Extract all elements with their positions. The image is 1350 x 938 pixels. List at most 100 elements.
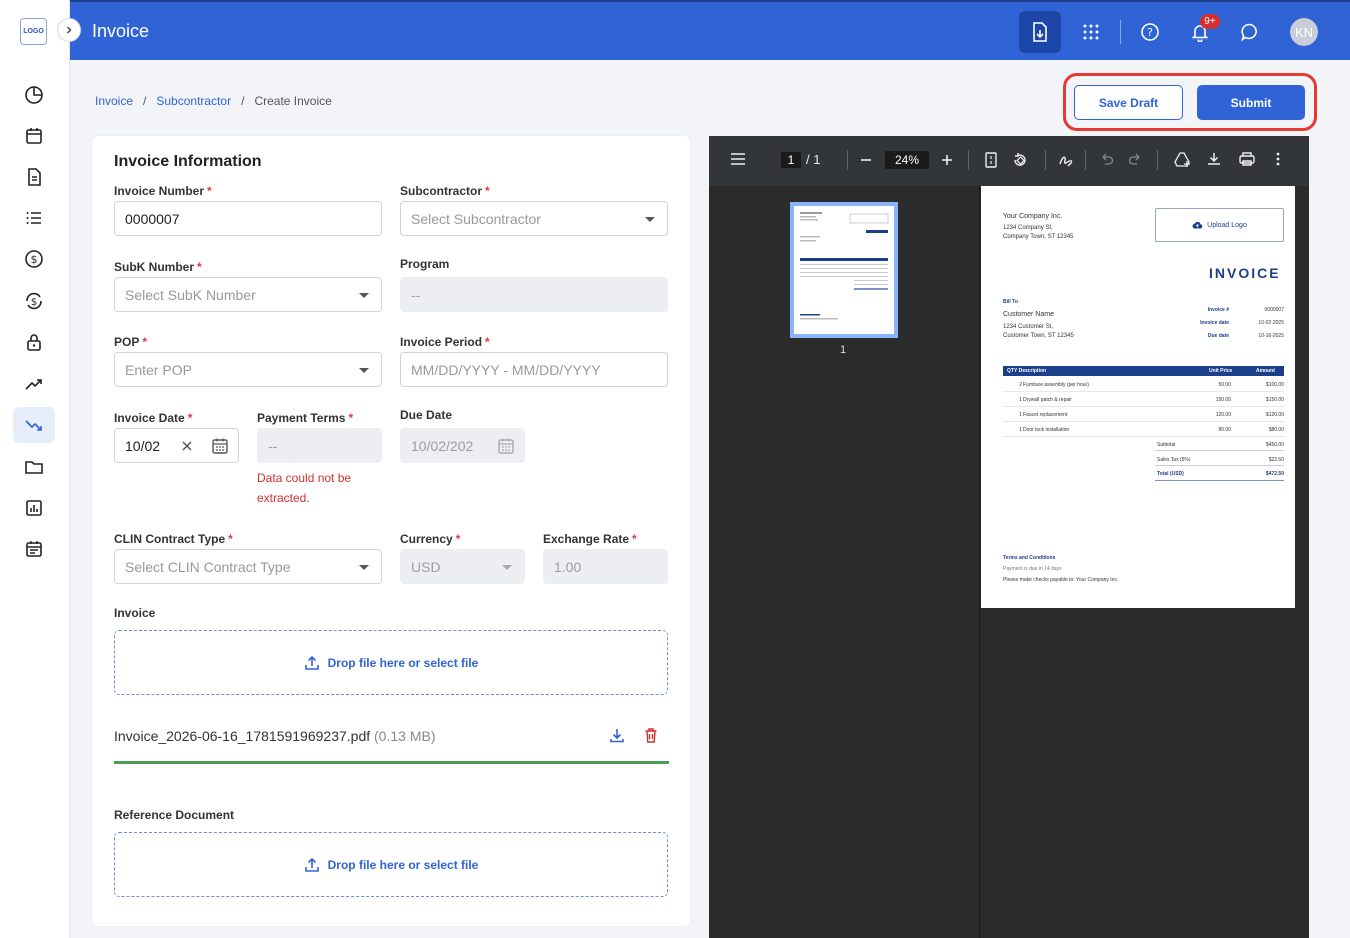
page-thumbnail[interactable]: [790, 202, 898, 338]
clin-contract-type-select[interactable]: Select CLIN Contract Type: [114, 549, 382, 584]
annotate-button[interactable]: [1058, 152, 1074, 168]
payment-terms-field: --: [257, 428, 382, 463]
sidebar-item-payments[interactable]: $: [13, 283, 55, 319]
pdf-zoom-input[interactable]: 24%: [885, 151, 929, 169]
more-options-button[interactable]: [1276, 152, 1280, 166]
doc-divider: [1155, 480, 1284, 481]
sidebar-item-calendar[interactable]: [13, 118, 55, 154]
download-icon[interactable]: [609, 727, 625, 743]
invoice-dropzone[interactable]: Drop file here or select file: [114, 630, 668, 695]
invoice-date-input[interactable]: 10/02: [114, 428, 239, 463]
sidebar-item-schedule[interactable]: [13, 531, 55, 567]
save-draft-button[interactable]: Save Draft: [1074, 85, 1183, 120]
doc-cell-desc: Faucet replacement: [1023, 412, 1068, 418]
trending-up-icon: [25, 379, 42, 390]
download-document-button[interactable]: [1019, 11, 1061, 53]
print-button[interactable]: [1239, 152, 1255, 166]
save-to-drive-button[interactable]: [1174, 152, 1192, 168]
calendar-icon[interactable]: [211, 437, 229, 455]
doc-subtotal: $450.00: [1265, 442, 1284, 448]
redo-button[interactable]: [1128, 152, 1142, 166]
subk-number-select[interactable]: Select SubK Number: [114, 277, 382, 312]
submit-button[interactable]: Submit: [1197, 85, 1305, 120]
download-icon: [1208, 153, 1220, 165]
pdf-download-button[interactable]: [1207, 152, 1221, 166]
sidebar-item-expenses[interactable]: [13, 407, 55, 443]
user-avatar[interactable]: KN: [1290, 18, 1318, 46]
list-icon: [26, 212, 41, 224]
sidebar-item-revenue[interactable]: [13, 366, 55, 402]
subcontractor-select[interactable]: Select Subcontractor: [400, 201, 668, 236]
doc-th-amount: Amount: [1256, 368, 1275, 374]
sidebar-item-dashboard[interactable]: [13, 77, 55, 113]
app-logo: LOGO: [20, 18, 47, 45]
doc-cell-unit: 120.00: [1215, 412, 1231, 418]
doc-row-divider: [1003, 406, 1284, 407]
doc-terms-title: Terms and Conditions: [1003, 555, 1056, 561]
doc-cell-desc: Drywall patch & repair: [1023, 397, 1072, 403]
more-vertical-icon: [1276, 152, 1280, 166]
rotate-icon: [1014, 153, 1026, 166]
sidebar-item-reports[interactable]: [13, 490, 55, 526]
zoom-out-button[interactable]: [860, 154, 872, 166]
sidebar-item-files[interactable]: [13, 449, 55, 485]
doc-tax: $22.50: [1268, 457, 1284, 463]
doc-bill-to-label: Bill To: [1003, 299, 1018, 305]
dollar-icon: $: [25, 250, 43, 268]
apps-button[interactable]: [1073, 14, 1109, 50]
sidebar-item-documents[interactable]: [13, 159, 55, 195]
pdf-page-input[interactable]: 1: [781, 152, 801, 168]
rotate-button[interactable]: [1012, 152, 1028, 168]
breadcrumb-subcontractor[interactable]: Subcontractor: [156, 94, 231, 108]
thumbnail-preview: [800, 212, 889, 320]
pie-chart-icon: [25, 86, 43, 104]
doc-meta-value: 10-16-2025: [1258, 333, 1284, 339]
file-size: (0.13 MB): [374, 728, 436, 744]
toolbar-separator: [968, 150, 969, 170]
sidebar-item-security[interactable]: [13, 324, 55, 360]
undo-button[interactable]: [1100, 152, 1114, 166]
clear-icon[interactable]: [181, 440, 193, 452]
reference-dropzone[interactable]: Drop file here or select file: [114, 832, 668, 897]
pdf-menu-button[interactable]: [731, 153, 745, 165]
notification-badge: 9+: [1200, 14, 1220, 29]
doc-total-label: Total (USD): [1157, 471, 1184, 477]
doc-cell-unit: 80.00: [1218, 427, 1231, 433]
clin-contract-type-label: CLIN Contract Type *: [114, 532, 233, 546]
invoice-number-input[interactable]: 0000007: [114, 201, 382, 236]
sidebar: LOGO $ $: [0, 0, 81, 938]
calendar-icon: [26, 128, 42, 144]
trash-icon[interactable]: [643, 727, 659, 743]
chat-button[interactable]: [1232, 14, 1268, 50]
file-name[interactable]: Invoice_2026-06-16_1781591969237.pdf: [114, 728, 370, 744]
chevron-down-icon: [359, 293, 369, 298]
sidebar-item-billing[interactable]: $: [13, 241, 55, 277]
minus-icon: [861, 159, 871, 161]
notifications-button[interactable]: 9+: [1182, 14, 1220, 50]
doc-row-divider: [1003, 391, 1284, 392]
sidebar-expand-button[interactable]: [57, 18, 81, 42]
due-date-field: 10/02/202: [400, 428, 525, 463]
fit-page-button[interactable]: [985, 152, 997, 168]
doc-divider: [1155, 465, 1284, 466]
exchange-rate-field: 1.00: [543, 549, 668, 584]
toolbar-separator: [847, 150, 848, 170]
pop-select[interactable]: Enter POP: [114, 352, 382, 387]
doc-cell-amount: $120.00: [1265, 412, 1284, 418]
sidebar-item-list[interactable]: [13, 200, 55, 236]
lock-icon: [27, 334, 41, 351]
invoice-period-input[interactable]: MM/DD/YYYY - MM/DD/YYYY: [400, 352, 668, 387]
invoice-number-label: Invoice Number *: [114, 184, 212, 198]
upload-progress-bar: [114, 761, 669, 764]
doc-meta-label: Due date: [1207, 333, 1229, 339]
invoice-period-label: Invoice Period *: [400, 335, 490, 349]
plus-icon: [942, 155, 952, 165]
currency-select: USD: [400, 549, 525, 584]
doc-meta-value: 10-02-2025: [1258, 320, 1284, 326]
help-button[interactable]: ?: [1132, 14, 1168, 50]
breadcrumb-invoice[interactable]: Invoice: [95, 94, 133, 108]
doc-cell-desc: Door lock installation: [1023, 427, 1070, 433]
reference-document-label: Reference Document: [114, 808, 235, 822]
zoom-in-button[interactable]: [941, 154, 953, 166]
doc-total: $472.50: [1265, 471, 1284, 477]
